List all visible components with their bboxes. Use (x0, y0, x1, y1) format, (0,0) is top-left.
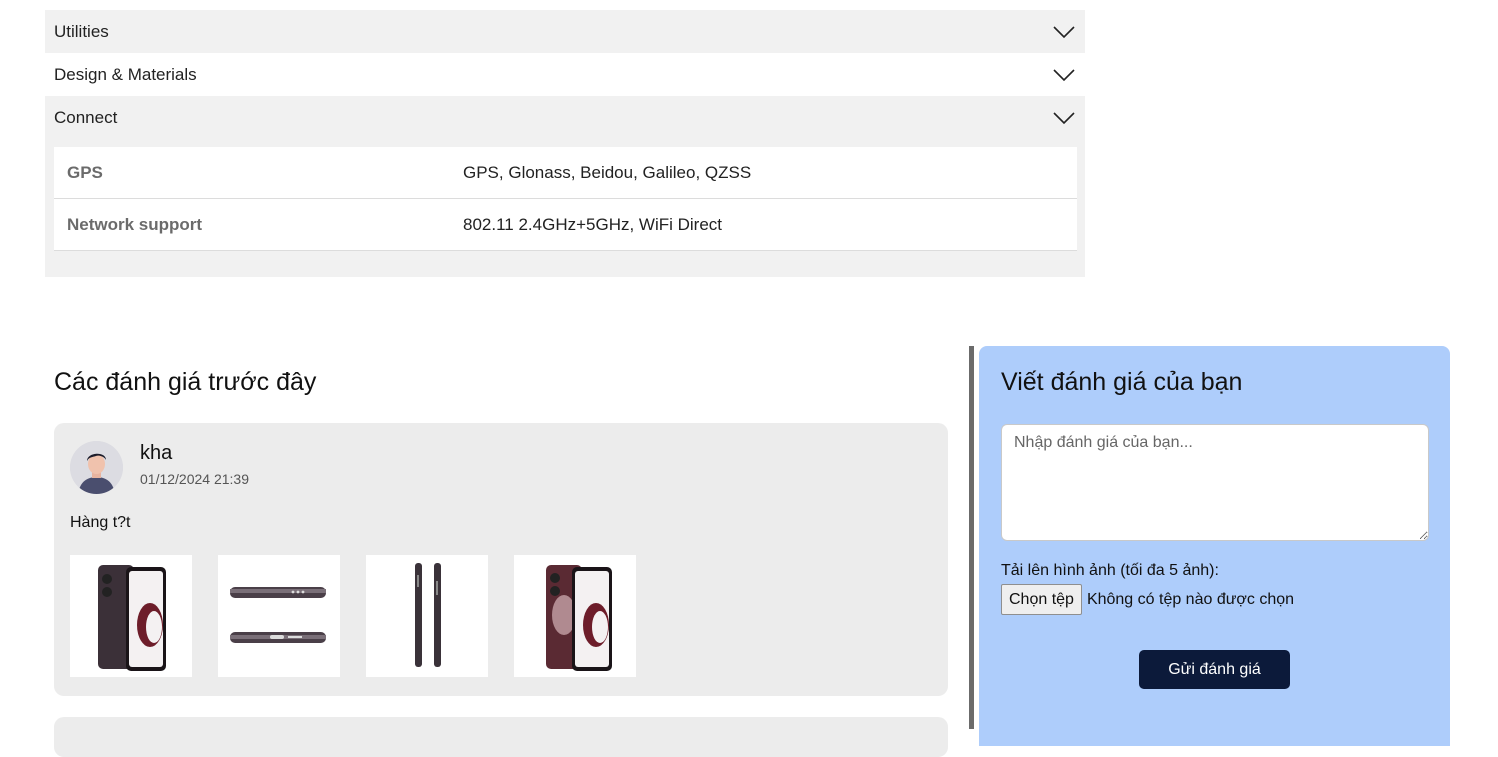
phone-edges-image (230, 587, 326, 643)
file-status: Không có tệp nào được chọn (1086, 590, 1295, 608)
spec-key: GPS (67, 162, 103, 182)
spec-table: GPS GPS, Glonass, Beidou, Galileo, QZSS … (54, 147, 1077, 251)
phone-front-image (98, 565, 166, 671)
write-review-panel: Viết đánh giá của bạn Tải lên hình ảnh (… (979, 346, 1450, 746)
review-text: Hàng t?t (70, 514, 131, 531)
chevron-down-icon (1053, 25, 1075, 38)
accordion-label: Utilities (54, 21, 109, 41)
phone-front-image (546, 565, 612, 671)
section-divider (969, 346, 974, 729)
review-image[interactable] (366, 555, 488, 677)
submit-review-button[interactable]: Gửi đánh giá (1139, 650, 1290, 689)
review-date: 01/12/2024 21:39 (140, 471, 249, 487)
reviewer-name: kha (140, 442, 173, 464)
chevron-down-icon (1053, 111, 1075, 124)
spec-value: GPS, Glonass, Beidou, Galileo, QZSS (463, 162, 752, 182)
avatar (70, 441, 123, 494)
accordion-utilities[interactable]: Utilities (45, 10, 1085, 53)
accordion-connect[interactable]: Connect (45, 96, 1085, 139)
spec-value: 802.11 2.4GHz+5GHz, WiFi Direct (463, 214, 723, 234)
file-picker: Chọn tệp Không có tệp nào được chọn (1001, 584, 1294, 615)
accordion-label: Design & Materials (54, 64, 197, 84)
spec-row: Network support 802.11 2.4GHz+5GHz, WiFi… (54, 199, 1077, 251)
upload-label: Tải lên hình ảnh (tối đa 5 ảnh): (1001, 562, 1219, 579)
connect-panel: GPS GPS, Glonass, Beidou, Galileo, QZSS … (45, 139, 1085, 277)
phone-sides-image (415, 563, 441, 667)
accordion-design-materials[interactable]: Design & Materials (45, 53, 1085, 96)
review-card: kha 01/12/2024 21:39 Hàng t?t (54, 423, 948, 696)
reviews-title: Các đánh giá trước đây (54, 368, 317, 396)
user-avatar-icon (70, 441, 123, 494)
choose-file-button[interactable]: Chọn tệp (1001, 584, 1082, 615)
write-review-title: Viết đánh giá của bạn (1001, 368, 1243, 396)
review-card (54, 717, 948, 757)
review-textarea[interactable] (1001, 424, 1429, 541)
review-image[interactable] (514, 555, 636, 677)
review-images (70, 555, 636, 677)
specs-accordion: Utilities Design & Materials Connect GPS… (45, 10, 1085, 277)
chevron-down-icon (1053, 68, 1075, 81)
spec-key: Network support (67, 214, 203, 234)
spec-row: GPS GPS, Glonass, Beidou, Galileo, QZSS (54, 147, 1077, 199)
review-image[interactable] (218, 555, 340, 677)
accordion-label: Connect (54, 107, 118, 127)
review-image[interactable] (70, 555, 192, 677)
